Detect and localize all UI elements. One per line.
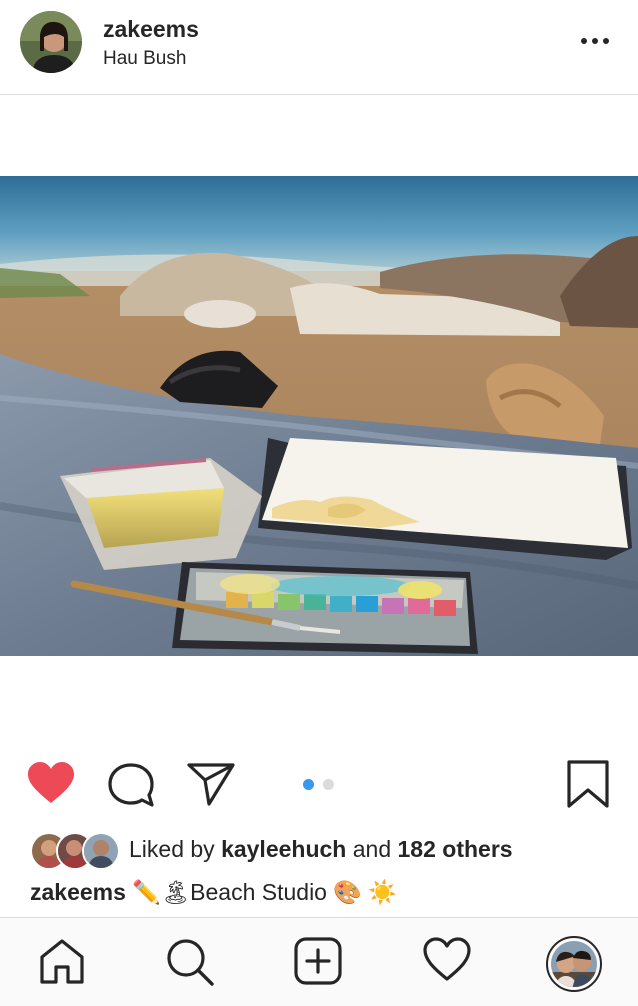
post-header: zakeems Hau Bush	[0, 0, 638, 95]
author-avatar[interactable]	[20, 11, 82, 73]
heart-filled-icon[interactable]	[26, 761, 76, 810]
liker-username[interactable]: kayleehuch	[221, 836, 346, 862]
carousel-dot	[323, 779, 334, 790]
sun-emoji: ☀️	[368, 880, 398, 906]
post-caption: zakeems ✏️🏝Beach Studio 🎨 ☀️	[30, 879, 397, 906]
post-image[interactable]	[0, 176, 638, 656]
new-post-icon[interactable]	[294, 937, 342, 990]
palette-emoji: 🎨	[333, 880, 363, 906]
home-icon[interactable]	[38, 937, 86, 990]
likes-count[interactable]: 182 others	[398, 836, 513, 862]
likes-row: Liked by kayleehuch and 182 others	[30, 832, 630, 870]
more-options-icon[interactable]	[574, 30, 616, 52]
liker-avatars[interactable]	[30, 832, 122, 870]
caption-text: Beach Studio	[190, 879, 327, 905]
likes-middle: and	[352, 836, 392, 862]
search-icon[interactable]	[165, 937, 215, 992]
author-username[interactable]: zakeems	[103, 16, 199, 43]
likes-prefix: Liked by	[129, 836, 215, 862]
likes-text: Liked by kayleehuch and 182 others	[129, 836, 513, 863]
bottom-tab-bar	[0, 917, 638, 1006]
island-emoji: 🏝	[160, 880, 191, 906]
carousel-dot-active	[303, 779, 314, 790]
comment-icon[interactable]	[107, 762, 155, 813]
profile-avatar[interactable]	[546, 936, 602, 997]
activity-icon[interactable]	[422, 937, 472, 988]
liker-avatar	[82, 832, 120, 870]
paper-plane-icon[interactable]	[187, 762, 235, 811]
caption-username[interactable]: zakeems	[30, 879, 126, 905]
post-location[interactable]: Hau Bush	[103, 48, 186, 70]
bookmark-icon[interactable]	[566, 760, 610, 813]
pencil-emoji: ✏️	[132, 880, 161, 906]
